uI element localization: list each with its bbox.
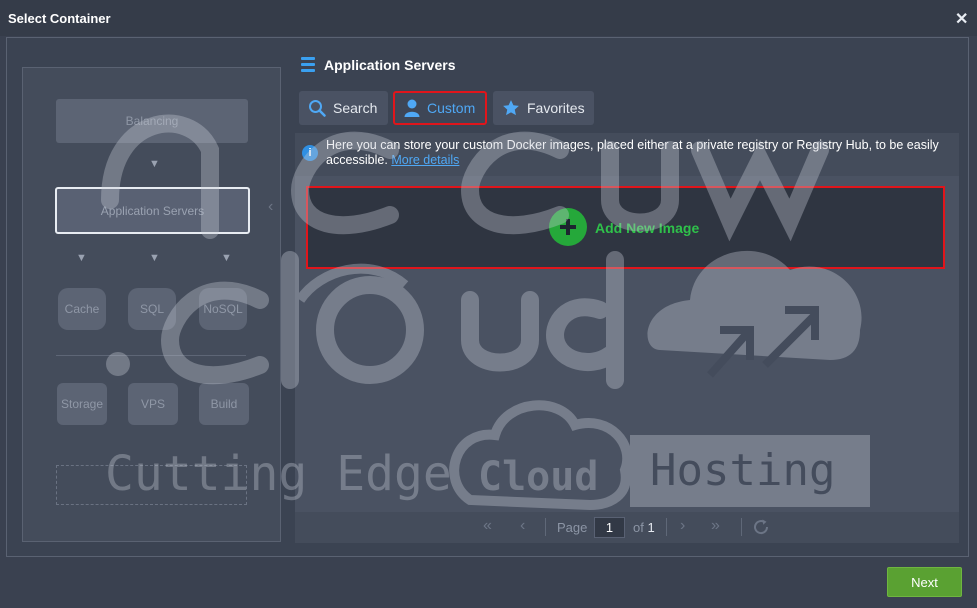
next-button[interactable]: Next	[887, 567, 962, 597]
topology-balancing[interactable]: Balancing	[56, 99, 248, 143]
add-new-image-label[interactable]: Add New Image	[595, 220, 699, 236]
page-number-input[interactable]	[594, 517, 625, 538]
topology-add-slot[interactable]	[56, 465, 247, 505]
topology-build[interactable]: Build	[199, 383, 249, 425]
prev-page-icon[interactable]: ‹	[520, 517, 525, 535]
page-total: of 1	[633, 520, 655, 535]
search-icon	[309, 100, 326, 117]
topology-cache[interactable]: Cache	[58, 288, 106, 330]
tab-favorites[interactable]: Favorites	[493, 91, 594, 125]
first-page-icon[interactable]: «	[483, 517, 492, 535]
topology-vps[interactable]: VPS	[128, 383, 178, 425]
dialog-titlebar: Select Container ✕	[0, 0, 977, 36]
more-details-link[interactable]: More details	[391, 153, 459, 167]
next-page-icon[interactable]: ›	[680, 517, 685, 535]
pager-divider	[666, 518, 667, 536]
chevron-left-icon: ‹	[268, 198, 274, 215]
pager-divider	[545, 518, 546, 536]
arrow-down-icon: ▼	[76, 252, 87, 264]
refresh-icon[interactable]	[752, 518, 770, 536]
panel-title: Application Servers	[324, 57, 456, 73]
tab-search[interactable]: Search	[299, 91, 388, 125]
tab-favorites-label: Favorites	[527, 100, 585, 116]
arrow-down-icon: ▼	[149, 158, 160, 170]
info-icon: i	[302, 145, 318, 161]
topology-divider	[56, 355, 246, 356]
topology-nosql[interactable]: NoSQL	[199, 288, 247, 330]
pagination-bar	[295, 512, 959, 543]
plus-icon[interactable]	[549, 208, 587, 246]
user-icon	[404, 99, 420, 117]
arrow-down-icon: ▼	[221, 252, 232, 264]
tab-search-label: Search	[333, 100, 378, 116]
info-text: Here you can store your custom Docker im…	[326, 138, 946, 167]
close-icon[interactable]: ✕	[955, 9, 968, 29]
tab-custom[interactable]: Custom	[393, 91, 487, 125]
arrow-down-icon: ▼	[149, 252, 160, 264]
dialog-title: Select Container	[8, 11, 111, 26]
topology-panel: Balancing ▼ Application Servers ▼ ▼ ▼ Ca…	[22, 67, 281, 542]
tab-custom-label: Custom	[427, 100, 476, 116]
star-icon	[503, 100, 519, 116]
topology-app-servers[interactable]: Application Servers	[55, 187, 250, 234]
list-icon	[301, 57, 315, 72]
topology-sql[interactable]: SQL	[128, 288, 176, 330]
page-label: Page	[557, 520, 588, 535]
topology-storage[interactable]: Storage	[57, 383, 107, 425]
pager-divider	[741, 518, 742, 536]
last-page-icon[interactable]: »	[711, 517, 720, 535]
